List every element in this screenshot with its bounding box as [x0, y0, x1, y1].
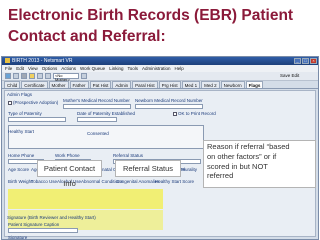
date-paternity-field[interactable] — [77, 117, 117, 122]
minimize-icon[interactable]: _ — [294, 58, 301, 64]
referral-status-label: Referral Status — [113, 153, 144, 158]
patient-contact-callout: Patient Contact Info — [37, 160, 102, 188]
help-icon[interactable] — [81, 73, 87, 79]
reason-callout-line-2: on other factors” or if — [207, 151, 277, 161]
signature-label: Signature — [8, 235, 28, 240]
ok-to-print-checkbox[interactable] — [173, 112, 177, 116]
work-phone-label: Work Phone — [55, 153, 80, 158]
tab-flags[interactable]: Flags — [245, 81, 264, 88]
risk-healthy-start-score: Healthy Start Score — [155, 179, 195, 184]
prospective-adoption-checkbox[interactable] — [8, 101, 12, 105]
patient-signature-field[interactable] — [8, 228, 78, 233]
risk-factors-highlight — [8, 210, 163, 230]
toolbar: <No Mother> Save Edit — [2, 72, 318, 82]
tab-med-2[interactable]: Med 2 — [201, 81, 220, 88]
tab-newborn[interactable]: Newborn — [220, 81, 245, 88]
window-controls: _ □ × — [294, 58, 317, 64]
referral-status-callout: Referral Status — [115, 160, 181, 177]
risk-tobacco-use: Tobacco Use — [31, 179, 58, 184]
mother-mrn-label: Mother's Medical Record Number — [63, 98, 130, 103]
menu-administration[interactable]: Administration — [142, 65, 171, 72]
comments-area[interactable] — [8, 125, 204, 149]
tab-med-1[interactable]: Med 1 — [181, 81, 201, 88]
app-icon — [5, 58, 10, 63]
risk-plurality: Plurality — [181, 167, 198, 172]
newborn-mrn-label: Newborn Medical Record Number — [135, 98, 203, 103]
type-of-paternity-label: Type of Paternity — [8, 111, 42, 116]
tab-admin[interactable]: Admin — [112, 81, 132, 88]
record-tabs: Child Certificate Mother Father Pat Hist… — [2, 81, 318, 89]
reason-callout-line-1: Reason if referral “based — [207, 142, 290, 151]
signature-legend: Signature (Birth Reviewer and Healthy St… — [7, 215, 96, 220]
patient-selector[interactable]: <No Mother> — [53, 73, 79, 82]
healthy-start-label: Healthy Start — [8, 129, 35, 134]
window-title: BIRTH 2013 - Netsmart VR — [12, 58, 73, 64]
risk-age-score: Age Score — [8, 167, 30, 172]
mother-phone-label: Home Phone — [8, 153, 35, 158]
forward-icon[interactable] — [45, 73, 51, 79]
menu-work-queue[interactable]: Work Queue — [80, 65, 105, 72]
date-paternity-label: Date of Paternity Established — [77, 111, 136, 116]
window-title-bar: BIRTH 2013 - Netsmart VR _ □ × — [2, 57, 318, 65]
menu-actions[interactable]: Actions — [61, 65, 76, 72]
ok-to-print-option[interactable]: OK to Print Record — [173, 111, 216, 116]
tab-paral-hist[interactable]: Paral Hist — [132, 81, 158, 88]
close-icon[interactable]: × — [310, 58, 317, 64]
menu-edit[interactable]: Edit — [16, 65, 24, 72]
referral-reason-callout: Reason if referral “based on other facto… — [203, 140, 316, 188]
save-icon[interactable] — [5, 73, 11, 79]
reason-callout-line-4: referred — [207, 171, 234, 181]
tab-child[interactable]: Child — [4, 81, 21, 88]
menu-help[interactable]: Help — [174, 65, 183, 72]
back-icon[interactable] — [37, 73, 43, 79]
menu-file[interactable]: File — [5, 65, 12, 72]
menu-view[interactable]: View — [28, 65, 38, 72]
menu-linking[interactable]: Linking — [109, 65, 123, 72]
save-edit-button[interactable]: Save Edit — [280, 73, 312, 79]
consent-label: Consented — [87, 131, 109, 136]
tab-certificate[interactable]: Certificate — [21, 81, 48, 88]
newborn-mrn-field[interactable] — [135, 104, 203, 109]
new-icon[interactable] — [13, 73, 19, 79]
menu-options[interactable]: Options — [42, 65, 58, 72]
type-of-paternity-field[interactable] — [8, 117, 66, 122]
tab-prg-hist[interactable]: Prg Hist — [158, 81, 181, 88]
mother-mrn-field[interactable] — [63, 104, 131, 109]
patient-signature-label: Patient Signature Caption — [8, 222, 60, 227]
slide-title: Electronic Birth Records (EBR) Patient C… — [8, 7, 294, 45]
tab-mother[interactable]: Mother — [48, 81, 69, 88]
reason-callout-line-3: scored in but NOT — [207, 161, 268, 171]
admin-flags-legend: Admin Flags — [7, 92, 33, 97]
maximize-icon[interactable]: □ — [302, 58, 309, 64]
print-icon[interactable] — [21, 73, 27, 79]
risk-congenital-anomalies: Congenital Anomalies — [116, 179, 160, 184]
contact-referral-highlight — [8, 189, 163, 209]
tab-pat-hist[interactable]: Pat Hist — [89, 81, 112, 88]
search-icon[interactable] — [29, 73, 35, 79]
tab-father[interactable]: Father — [69, 81, 89, 88]
risk-birth-weight: Birth Weight — [8, 179, 33, 184]
prospective-adoption-option[interactable]: (Prospective Adoption) — [8, 100, 58, 105]
menu-tools[interactable]: Tools — [127, 65, 138, 72]
menu-bar: File Edit View Options Actions Work Queu… — [2, 65, 318, 72]
